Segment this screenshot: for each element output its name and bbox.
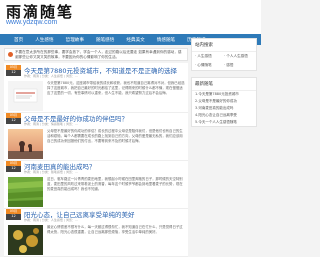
nav-item-stories[interactable]: 哲理故事 <box>60 37 90 43</box>
category-link[interactable]: · 心情随笔 <box>195 63 224 68</box>
latest-panel-title: 最新随笔 <box>192 78 256 91</box>
article-meta: 作者：雨滴 | 分类：随笔感悟 | 浏览：... <box>24 170 78 174</box>
article-thumbnail[interactable] <box>8 225 43 255</box>
date-badge: 05月 12 <box>6 113 21 124</box>
article-excerpt: 父母是不是最好的你成功的伴侣？成长的过程中父母总是陪伴我们，但是他们也有自己的生… <box>47 129 183 143</box>
article-list: 05月 12 今天是第7880元投资城市，不知道是不是正确的选择 作者：雨滴 | … <box>4 63 188 257</box>
search-panel-title: 站内搜索 <box>192 39 256 52</box>
site-url: www.ydzqw.com <box>6 19 58 26</box>
latest-link[interactable]: 1.今天是第7880元投资城市 <box>192 91 256 98</box>
date-day: 12 <box>11 118 16 122</box>
date-day: 12 <box>11 166 16 170</box>
sidebar: 站内搜索 · 人生感悟 · 个人人生感悟 · 心情随笔 · 感悟 最新随笔 1.… <box>191 36 257 127</box>
latest-panel: 最新随笔 1.今天是第7880元投资城市 2.父母是不是最好的你成功 3.河南麦… <box>191 77 257 127</box>
nav-item-life[interactable]: 人生感悟 <box>29 37 59 43</box>
article-meta: 作者：雨滴 | 分类：人生感悟 | 浏览：... <box>24 74 78 78</box>
notice-bar: 不要在意太多所在的那些事，要学会放下，学会一个人，走过的路以后还要走 如果有幸遇… <box>4 48 188 61</box>
article-thumbnail[interactable] <box>8 177 43 207</box>
article-excerpt: 这日，驱车路过一片青青的麦田地里，我想起小时候在田里奔跑的日子，那时候的天空特别… <box>47 177 183 191</box>
article-meta: 作者：雨滴 | 分类：情感随笔 | 浏览：... <box>24 122 78 126</box>
date-day: 12 <box>11 214 16 218</box>
date-badge: 05月 12 <box>6 161 21 172</box>
notice-text: 不要在意太多所在的那些事，要学会放下，学会一个人，走过的路以后还要走 如果有幸遇… <box>15 50 182 59</box>
article-thumbnail[interactable] <box>8 81 43 111</box>
latest-link[interactable]: 3.河南麦田真的能出成吗 <box>192 105 256 112</box>
article-item: 05月 12 阳光心态，让自己远离享受单纯的美好 作者：雨滴 | 分类：人生感悟 … <box>4 207 188 257</box>
date-badge: 05月 12 <box>6 209 21 220</box>
article-item: 05月 12 父母是不是最好的你成功的伴侣吗？ 作者：雨滴 | 分类：情感随笔 |… <box>4 111 188 161</box>
latest-link[interactable]: 5.今天一个人人生感悟随笔 <box>192 119 256 126</box>
category-link[interactable]: · 感悟 <box>224 63 253 68</box>
article-excerpt: 今天是第7880元，这座城市带给我的成长和收获，我也不知道自己离得对不对，但我已… <box>47 81 185 95</box>
nav-item-classics[interactable]: 经典美文 <box>120 37 150 43</box>
date-day: 12 <box>11 70 16 74</box>
article-excerpt: 最近心情很差不想写什么，每一天都过得很匆忙，我不知道自己在忙什么，只是觉得日子过… <box>47 225 183 234</box>
category-link[interactable]: · 人生感悟 <box>195 54 224 59</box>
category-link[interactable]: · 个人人生感悟 <box>224 54 253 59</box>
article-item: 05月 12 今天是第7880元投资城市，不知道是不是正确的选择 作者：雨滴 | … <box>4 63 188 113</box>
article-thumbnail[interactable] <box>8 129 43 159</box>
category-row: · 心情随笔 · 感悟 <box>192 61 256 70</box>
article-meta: 作者：雨滴 | 分类：人生感悟 | 浏览：... <box>24 218 78 222</box>
nav-item-emotion[interactable]: 情感随笔 <box>151 37 181 43</box>
latest-link[interactable]: 4.阳光心态让自己远离享受 <box>192 112 256 119</box>
megaphone-icon <box>8 52 13 57</box>
nav-item-home[interactable]: 首页 <box>8 37 29 43</box>
date-badge: 05月 12 <box>6 65 21 76</box>
category-row: · 人生感悟 · 个人人生感悟 <box>192 52 256 61</box>
search-panel: 站内搜索 · 人生感悟 · 个人人生感悟 · 心情随笔 · 感悟 <box>191 38 257 71</box>
site-header: 雨滴随笔 www.ydzqw.com <box>0 0 261 34</box>
article-item: 05月 12 河南麦田真的能出成吗？ 作者：雨滴 | 分类：随笔感悟 | 浏览：.… <box>4 159 188 209</box>
nav-item-essays[interactable]: 随笔感悟 <box>90 37 120 43</box>
latest-link[interactable]: 2.父母是不是最好的你成功 <box>192 98 256 105</box>
